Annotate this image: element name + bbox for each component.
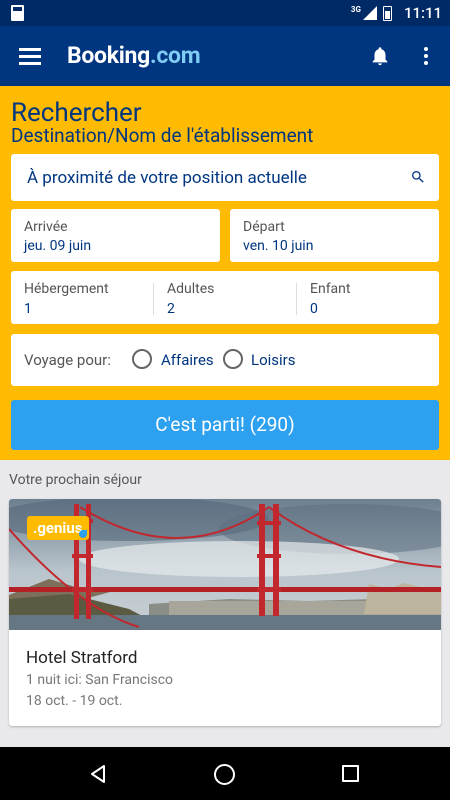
checkout-label: Départ <box>243 219 285 235</box>
rooms-selector[interactable]: Hébergement 1 <box>11 271 153 324</box>
rooms-label: Hébergement <box>24 281 109 297</box>
battery-icon <box>382 5 392 21</box>
checkin-label: Arrivée <box>24 219 68 235</box>
radio-affaires[interactable] <box>132 349 152 369</box>
logo-main: Booking <box>67 42 150 69</box>
app-bar: Booking.com <box>0 26 450 86</box>
genius-badge: .genius <box>27 516 89 540</box>
children-label: Enfant <box>310 281 351 297</box>
occupancy-field: Hébergement 1 Adultes 2 Enfant 0 <box>11 271 439 324</box>
adults-value: 2 <box>167 301 175 317</box>
destination-value: À proximité de votre position actuelle <box>27 168 307 188</box>
checkin-field[interactable]: Arrivée jeu. 09 juin <box>11 209 220 262</box>
adults-selector[interactable]: Adultes 2 <box>154 271 296 324</box>
upcoming-booking-card[interactable]: .genius Hotel Stratford 1 nuit ici: San … <box>9 499 441 726</box>
trip-purpose-field: Voyage pour: Affaires Loisirs <box>11 334 439 386</box>
search-icon[interactable] <box>410 169 426 185</box>
status-bar: 3G 11:11 <box>0 0 450 26</box>
sd-card-icon <box>11 5 24 21</box>
radio-label-loisirs[interactable]: Loisirs <box>251 351 296 369</box>
menu-icon[interactable] <box>19 47 41 65</box>
genius-badge-text: .genius <box>33 519 83 537</box>
radio-loisirs[interactable] <box>223 349 243 369</box>
bell-icon[interactable] <box>369 45 391 67</box>
adults-label: Adultes <box>167 281 215 297</box>
children-value: 0 <box>310 301 318 317</box>
home-icon[interactable] <box>214 764 235 785</box>
destination-label: Destination/Nom de l'établissement <box>11 124 314 147</box>
booking-logo: Booking.com <box>67 42 201 69</box>
signal-icon <box>362 6 377 20</box>
stay-dates: 18 oct. - 19 oct. <box>26 693 123 709</box>
network-type: 3G <box>350 4 361 14</box>
checkin-value: jeu. 09 juin <box>24 238 92 254</box>
checkout-field[interactable]: Départ ven. 10 juin <box>230 209 439 262</box>
radio-label-affaires[interactable]: Affaires <box>161 351 214 369</box>
next-stay-label: Votre prochain séjour <box>9 472 142 488</box>
recents-icon[interactable] <box>342 765 359 782</box>
clock: 11:11 <box>403 4 442 22</box>
rooms-value: 1 <box>24 301 32 317</box>
back-icon[interactable] <box>88 764 108 784</box>
children-selector[interactable]: Enfant 0 <box>297 271 439 324</box>
status-icons: 3G 11:11 <box>351 0 442 26</box>
hotel-name: Hotel Stratford <box>26 648 138 668</box>
more-vert-icon[interactable] <box>417 44 435 68</box>
system-nav-bar <box>0 747 450 800</box>
trip-purpose-label: Voyage pour: <box>24 351 111 369</box>
checkout-value: ven. 10 juin <box>243 238 314 254</box>
logo-suffix: .com <box>149 42 201 69</box>
search-button[interactable]: C'est parti! (290) <box>11 400 439 450</box>
destination-field[interactable]: À proximité de votre position actuelle <box>11 154 439 201</box>
stay-nights: 1 nuit ici: San Francisco <box>26 672 174 688</box>
